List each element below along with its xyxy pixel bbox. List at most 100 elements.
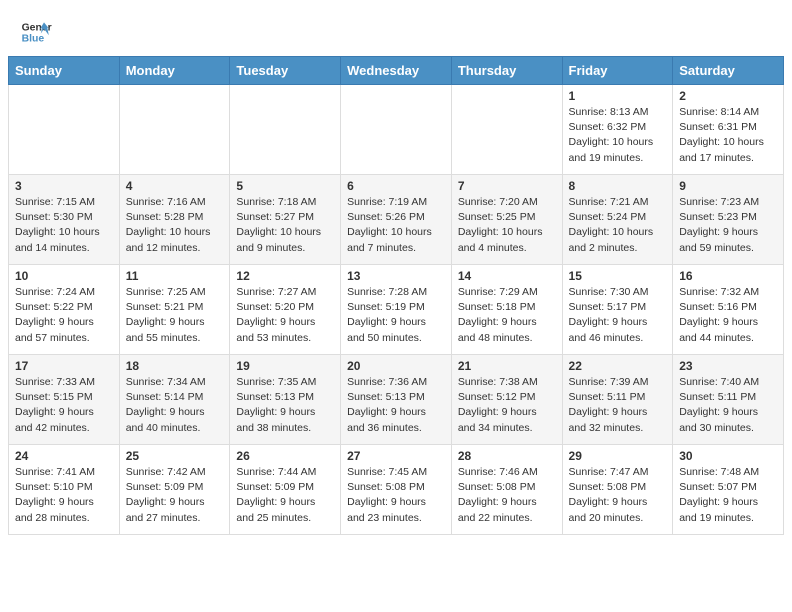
- calendar-cell: 20 Sunrise: 7:36 AM Sunset: 5:13 PM Dayli…: [341, 355, 452, 445]
- day-info: Sunrise: 7:33 AM Sunset: 5:15 PM Dayligh…: [15, 375, 113, 436]
- day-info: Sunrise: 7:44 AM Sunset: 5:09 PM Dayligh…: [236, 465, 334, 526]
- day-info: Sunrise: 8:14 AM Sunset: 6:31 PM Dayligh…: [679, 105, 777, 166]
- day-info: Sunrise: 7:35 AM Sunset: 5:13 PM Dayligh…: [236, 375, 334, 436]
- day-info: Sunrise: 7:15 AM Sunset: 5:30 PM Dayligh…: [15, 195, 113, 256]
- calendar-table: SundayMondayTuesdayWednesdayThursdayFrid…: [8, 56, 784, 535]
- day-info: Sunrise: 7:23 AM Sunset: 5:23 PM Dayligh…: [679, 195, 777, 256]
- day-number: 3: [15, 179, 113, 193]
- calendar-cell: 22Sunrise: 7:39 AM Sunset: 5:11 PM Dayli…: [562, 355, 673, 445]
- day-header-friday: Friday: [562, 57, 673, 85]
- day-info: Sunrise: 7:45 AM Sunset: 5:08 PM Dayligh…: [347, 465, 445, 526]
- day-number: 13: [347, 269, 445, 283]
- day-number: 8: [569, 179, 667, 193]
- calendar-week-0: 1 Sunrise: 8:13 AM Sunset: 6:32 PM Daylig…: [9, 85, 784, 175]
- day-info: Sunrise: 7:47 AM Sunset: 5:08 PM Dayligh…: [569, 465, 667, 526]
- calendar-week-3: 17 Sunrise: 7:33 AM Sunset: 5:15 PM Dayli…: [9, 355, 784, 445]
- calendar-cell: [341, 85, 452, 175]
- calendar-cell: 23 Sunrise: 7:40 AM Sunset: 5:11 PM Dayli…: [673, 355, 784, 445]
- calendar-cell: 26 Sunrise: 7:44 AM Sunset: 5:09 PM Dayli…: [230, 445, 341, 535]
- calendar-cell: 27Sunrise: 7:45 AM Sunset: 5:08 PM Dayli…: [341, 445, 452, 535]
- day-number: 21: [458, 359, 556, 373]
- day-number: 18: [126, 359, 224, 373]
- calendar-cell: 18Sunrise: 7:34 AM Sunset: 5:14 PM Dayli…: [119, 355, 230, 445]
- calendar-cell: [230, 85, 341, 175]
- day-number: 15: [569, 269, 667, 283]
- logo-icon: General Blue: [20, 16, 52, 48]
- calendar-cell: 6 Sunrise: 7:19 AM Sunset: 5:26 PM Daylig…: [341, 175, 452, 265]
- day-number: 25: [126, 449, 224, 463]
- calendar-cell: 30Sunrise: 7:48 AM Sunset: 5:07 PM Dayli…: [673, 445, 784, 535]
- logo: General Blue: [20, 16, 52, 48]
- day-number: 14: [458, 269, 556, 283]
- day-number: 23: [679, 359, 777, 373]
- day-number: 2: [679, 89, 777, 103]
- day-number: 19: [236, 359, 334, 373]
- calendar-cell: 5 Sunrise: 7:18 AM Sunset: 5:27 PM Daylig…: [230, 175, 341, 265]
- day-number: 22: [569, 359, 667, 373]
- calendar-cell: 9 Sunrise: 7:23 AM Sunset: 5:23 PM Daylig…: [673, 175, 784, 265]
- day-number: 5: [236, 179, 334, 193]
- day-info: Sunrise: 7:30 AM Sunset: 5:17 PM Dayligh…: [569, 285, 667, 346]
- day-number: 17: [15, 359, 113, 373]
- day-info: Sunrise: 7:38 AM Sunset: 5:12 PM Dayligh…: [458, 375, 556, 436]
- calendar-cell: 15 Sunrise: 7:30 AM Sunset: 5:17 PM Dayli…: [562, 265, 673, 355]
- day-info: Sunrise: 7:18 AM Sunset: 5:27 PM Dayligh…: [236, 195, 334, 256]
- day-header-monday: Monday: [119, 57, 230, 85]
- day-number: 30: [679, 449, 777, 463]
- day-info: Sunrise: 7:41 AM Sunset: 5:10 PM Dayligh…: [15, 465, 113, 526]
- day-info: Sunrise: 7:46 AM Sunset: 5:08 PM Dayligh…: [458, 465, 556, 526]
- day-info: Sunrise: 7:25 AM Sunset: 5:21 PM Dayligh…: [126, 285, 224, 346]
- calendar-cell: 7 Sunrise: 7:20 AM Sunset: 5:25 PM Daylig…: [451, 175, 562, 265]
- calendar-cell: 14Sunrise: 7:29 AM Sunset: 5:18 PM Dayli…: [451, 265, 562, 355]
- day-header-wednesday: Wednesday: [341, 57, 452, 85]
- day-info: Sunrise: 7:28 AM Sunset: 5:19 PM Dayligh…: [347, 285, 445, 346]
- day-info: Sunrise: 7:19 AM Sunset: 5:26 PM Dayligh…: [347, 195, 445, 256]
- day-info: Sunrise: 8:13 AM Sunset: 6:32 PM Dayligh…: [569, 105, 667, 166]
- calendar-cell: 10 Sunrise: 7:24 AM Sunset: 5:22 PM Dayli…: [9, 265, 120, 355]
- day-number: 20: [347, 359, 445, 373]
- day-header-thursday: Thursday: [451, 57, 562, 85]
- calendar-cell: [9, 85, 120, 175]
- day-header-tuesday: Tuesday: [230, 57, 341, 85]
- day-info: Sunrise: 7:36 AM Sunset: 5:13 PM Dayligh…: [347, 375, 445, 436]
- day-number: 6: [347, 179, 445, 193]
- day-info: Sunrise: 7:42 AM Sunset: 5:09 PM Dayligh…: [126, 465, 224, 526]
- day-info: Sunrise: 7:21 AM Sunset: 5:24 PM Dayligh…: [569, 195, 667, 256]
- calendar-cell: 21 Sunrise: 7:38 AM Sunset: 5:12 PM Dayli…: [451, 355, 562, 445]
- calendar-week-4: 24 Sunrise: 7:41 AM Sunset: 5:10 PM Dayli…: [9, 445, 784, 535]
- calendar-cell: 29 Sunrise: 7:47 AM Sunset: 5:08 PM Dayli…: [562, 445, 673, 535]
- day-number: 29: [569, 449, 667, 463]
- day-number: 9: [679, 179, 777, 193]
- day-info: Sunrise: 7:32 AM Sunset: 5:16 PM Dayligh…: [679, 285, 777, 346]
- day-number: 26: [236, 449, 334, 463]
- day-number: 24: [15, 449, 113, 463]
- calendar-cell: 17 Sunrise: 7:33 AM Sunset: 5:15 PM Dayli…: [9, 355, 120, 445]
- day-info: Sunrise: 7:40 AM Sunset: 5:11 PM Dayligh…: [679, 375, 777, 436]
- calendar-cell: 24 Sunrise: 7:41 AM Sunset: 5:10 PM Dayli…: [9, 445, 120, 535]
- calendar-week-1: 3 Sunrise: 7:15 AM Sunset: 5:30 PM Daylig…: [9, 175, 784, 265]
- day-number: 10: [15, 269, 113, 283]
- calendar-header-row: SundayMondayTuesdayWednesdayThursdayFrid…: [9, 57, 784, 85]
- page-header: General Blue: [0, 0, 792, 56]
- calendar-cell: 12 Sunrise: 7:27 AM Sunset: 5:20 PM Dayli…: [230, 265, 341, 355]
- day-number: 12: [236, 269, 334, 283]
- svg-text:Blue: Blue: [22, 34, 45, 45]
- day-info: Sunrise: 7:27 AM Sunset: 5:20 PM Dayligh…: [236, 285, 334, 346]
- calendar-cell: 28 Sunrise: 7:46 AM Sunset: 5:08 PM Dayli…: [451, 445, 562, 535]
- calendar-cell: 19 Sunrise: 7:35 AM Sunset: 5:13 PM Dayli…: [230, 355, 341, 445]
- day-number: 16: [679, 269, 777, 283]
- calendar-cell: 8 Sunrise: 7:21 AM Sunset: 5:24 PM Daylig…: [562, 175, 673, 265]
- day-number: 28: [458, 449, 556, 463]
- day-header-saturday: Saturday: [673, 57, 784, 85]
- calendar-week-2: 10 Sunrise: 7:24 AM Sunset: 5:22 PM Dayli…: [9, 265, 784, 355]
- day-info: Sunrise: 7:20 AM Sunset: 5:25 PM Dayligh…: [458, 195, 556, 256]
- day-info: Sunrise: 7:24 AM Sunset: 5:22 PM Dayligh…: [15, 285, 113, 346]
- calendar-cell: 3 Sunrise: 7:15 AM Sunset: 5:30 PM Daylig…: [9, 175, 120, 265]
- calendar-cell: [119, 85, 230, 175]
- day-number: 7: [458, 179, 556, 193]
- calendar-cell: 11Sunrise: 7:25 AM Sunset: 5:21 PM Dayli…: [119, 265, 230, 355]
- calendar-cell: 25 Sunrise: 7:42 AM Sunset: 5:09 PM Dayli…: [119, 445, 230, 535]
- day-number: 1: [569, 89, 667, 103]
- calendar-cell: [451, 85, 562, 175]
- calendar-wrapper: SundayMondayTuesdayWednesdayThursdayFrid…: [0, 56, 792, 543]
